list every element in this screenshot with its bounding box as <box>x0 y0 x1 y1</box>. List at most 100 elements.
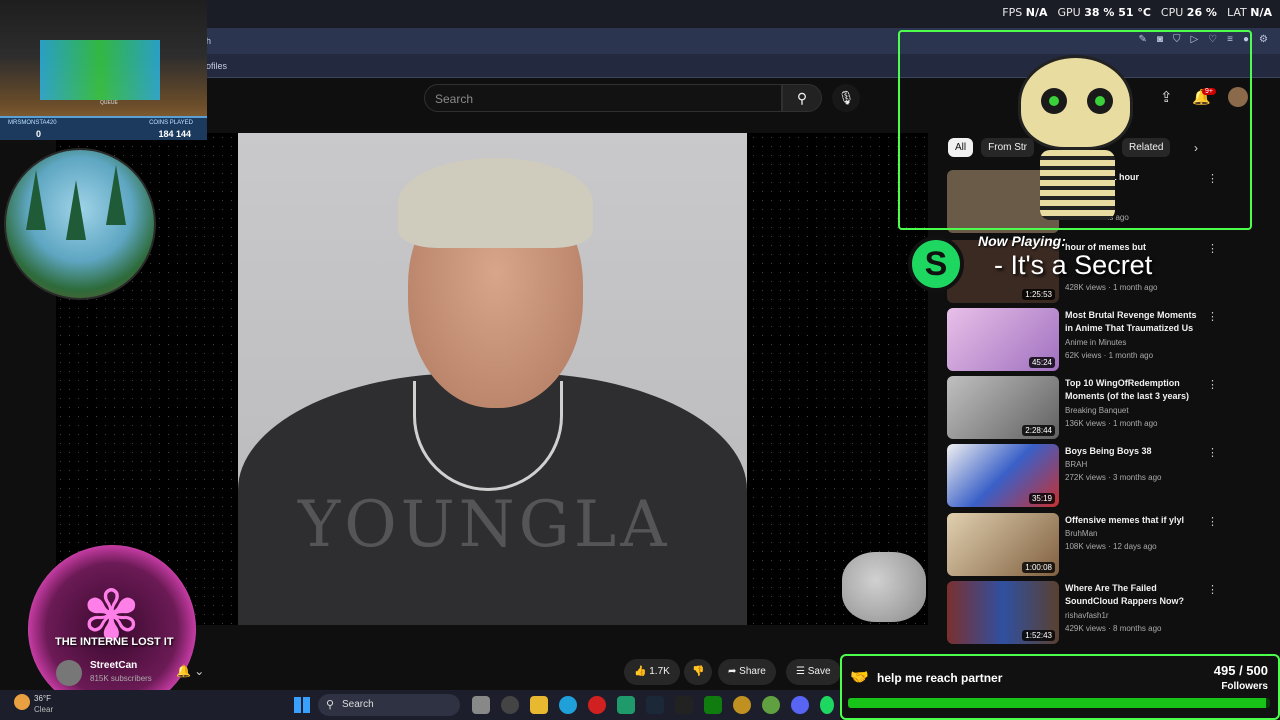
microphone-icon: 🎙 <box>837 90 855 105</box>
skull-mascot <box>1018 55 1133 150</box>
sticker-can <box>842 552 926 622</box>
video-thumbnail[interactable]: 1:00:08 <box>947 513 1059 576</box>
search-icon: ⚲ <box>796 90 808 106</box>
xbox-icon[interactable] <box>704 696 722 714</box>
video-frame[interactable]: YOUNGLA <box>238 133 747 625</box>
video-thumbnail[interactable]: 45:24 <box>947 308 1059 371</box>
goal-progress-bar <box>848 698 1270 708</box>
more-options-icon[interactable]: ⋮ <box>1207 310 1218 323</box>
now-playing-song: - It's a Secret <box>994 250 1153 280</box>
recommended-title[interactable]: Where Are The Failed SoundCloud Rappers … <box>1065 582 1205 608</box>
tree <box>66 180 86 240</box>
game-lane <box>40 40 160 100</box>
recommended-title[interactable]: Boys Being Boys 38 <box>1065 445 1205 458</box>
recommended-meta: 136K views · 1 month ago <box>1065 419 1158 428</box>
search-button[interactable]: ⚲ <box>782 84 822 112</box>
performance-stats: FPS N/A GPU 38 % 51 °C CPU 26 % LAT N/A <box>1002 6 1272 19</box>
goal-title: help me reach partner <box>877 671 1003 685</box>
dislike-button[interactable]: 👎 <box>684 659 713 685</box>
video-title: THE INTERNE LOST IT <box>55 636 174 648</box>
video-thumbnail[interactable]: 1:52:43 <box>947 581 1059 644</box>
like-button[interactable]: 👍 1.7K <box>624 659 680 685</box>
opera-browser-icon[interactable] <box>588 696 606 714</box>
coins-played-label: COINS PLAYED <box>149 120 193 126</box>
recommended-meta: 62K views · 1 month ago <box>1065 351 1154 360</box>
recommended-title[interactable]: Most Brutal Revenge Moments in Anime Tha… <box>1065 309 1205 335</box>
recommended-channel[interactable]: Anime in Minutes <box>1065 338 1126 347</box>
recommended-video[interactable]: 1:00:08 Offensive memes that if ylyl Bru… <box>947 513 1227 577</box>
recommended-channel[interactable]: rishavfash1r <box>1065 611 1109 620</box>
video-duration: 1:00:08 <box>1022 562 1055 573</box>
settings-app-icon[interactable] <box>501 696 519 714</box>
windows-start-icon[interactable] <box>294 697 310 713</box>
game-capture: QUEUE MRSMONSTA420 0 COINS PLAYED 184 14… <box>0 0 207 140</box>
recommended-video[interactable]: 1:52:43 Where Are The Failed SoundCloud … <box>947 581 1227 645</box>
more-options-icon[interactable]: ⋮ <box>1207 583 1218 596</box>
skull-eye <box>1041 88 1067 114</box>
video-duration: 2:28:44 <box>1022 425 1055 436</box>
recommended-video[interactable]: 45:24 Most Brutal Revenge Moments in Ani… <box>947 308 1227 372</box>
forest-game-cam <box>4 148 156 300</box>
app-icon[interactable] <box>733 696 751 714</box>
channel-subscribers: 815K subscribers <box>90 674 152 683</box>
weather-temperature[interactable]: 36°F <box>34 694 51 703</box>
fps-stat: FPS N/A <box>1002 6 1048 19</box>
gpu-stat: GPU 38 % 51 °C <box>1057 6 1151 19</box>
voice-search-button[interactable]: 🎙 <box>832 84 860 112</box>
share-icon: ➦ <box>728 666 737 677</box>
spotify-icon[interactable] <box>820 696 834 714</box>
subscription-bell-icon[interactable]: 🔔 ⌄ <box>176 664 204 678</box>
recommended-video[interactable]: 2:28:44 Top 10 WingOfRedemption Moments … <box>947 376 1227 440</box>
video-thumbnail[interactable]: 2:28:44 <box>947 376 1059 439</box>
share-button[interactable]: ➦ Share <box>718 659 776 685</box>
recommended-channel[interactable]: BruhMan <box>1065 529 1097 538</box>
more-options-icon[interactable]: ⋮ <box>1207 378 1218 391</box>
cpu-stat: CPU 26 % <box>1160 6 1217 19</box>
task-view-icon[interactable] <box>472 696 490 714</box>
skull-eye <box>1087 88 1113 114</box>
handshake-icon: 🤝 <box>850 669 869 686</box>
discord-icon[interactable] <box>791 696 809 714</box>
shirt-print: YOUNGLA <box>298 488 671 562</box>
vlc-icon[interactable] <box>675 696 693 714</box>
recommended-meta: 272K views · 3 months ago <box>1065 473 1162 482</box>
queue-label: QUEUE <box>100 100 118 106</box>
search-input[interactable]: Search <box>424 84 782 112</box>
weather-icon[interactable] <box>14 694 30 710</box>
more-options-icon[interactable]: ⋮ <box>1207 515 1218 528</box>
more-options-icon[interactable]: ⋮ <box>1207 242 1218 255</box>
person-hair <box>398 158 593 248</box>
recommended-video[interactable]: 35:19 Boys Being Boys 38 BRAH 272K views… <box>947 444 1227 508</box>
recommended-channel[interactable]: Breaking Banquet <box>1065 406 1129 415</box>
bookmark-fragment[interactable]: ofiles <box>206 61 227 71</box>
recommended-title[interactable]: Offensive memes that if ylyl <box>1065 514 1205 527</box>
recommended-meta: 429K views · 8 months ago <box>1065 624 1162 633</box>
lat-stat: LAT N/A <box>1226 6 1272 19</box>
thumbs-up-icon: 👍 <box>634 666 647 677</box>
settings-icon[interactable]: ⚙ <box>1259 34 1268 45</box>
thumbs-down-icon: 👎 <box>692 666 705 677</box>
file-explorer-icon[interactable] <box>530 696 548 714</box>
video-thumbnail[interactable]: 35:19 <box>947 444 1059 507</box>
video-duration: 45:24 <box>1028 357 1055 368</box>
channel-avatar[interactable] <box>56 660 82 686</box>
recommended-title[interactable]: Top 10 WingOfRedemption Moments (of the … <box>1065 377 1205 403</box>
channel-name[interactable]: StreetCan <box>90 660 137 671</box>
player-score: 0 <box>36 129 42 139</box>
more-options-icon[interactable]: ⋮ <box>1207 446 1218 459</box>
video-duration: 35:19 <box>1028 493 1055 504</box>
edge-browser-icon[interactable] <box>559 696 577 714</box>
steam-icon[interactable] <box>646 696 664 714</box>
player-name: MRSMONSTA420 <box>8 120 57 126</box>
video-duration: 1:25:53 <box>1022 289 1055 300</box>
recommended-channel[interactable]: BRAH <box>1065 460 1087 469</box>
save-button[interactable]: ☰ Save <box>786 659 841 685</box>
search-icon: ⚲ <box>326 699 335 711</box>
recommended-meta: 108K views · 12 days ago <box>1065 542 1157 551</box>
now-playing-label: Now Playing: <box>978 233 1066 249</box>
app-icon[interactable] <box>762 696 780 714</box>
taskbar-search[interactable]: ⚲ Search <box>318 694 460 716</box>
weather-condition[interactable]: Clear <box>34 705 53 714</box>
app-icon[interactable] <box>617 696 635 714</box>
save-icon: ☰ <box>796 666 805 677</box>
